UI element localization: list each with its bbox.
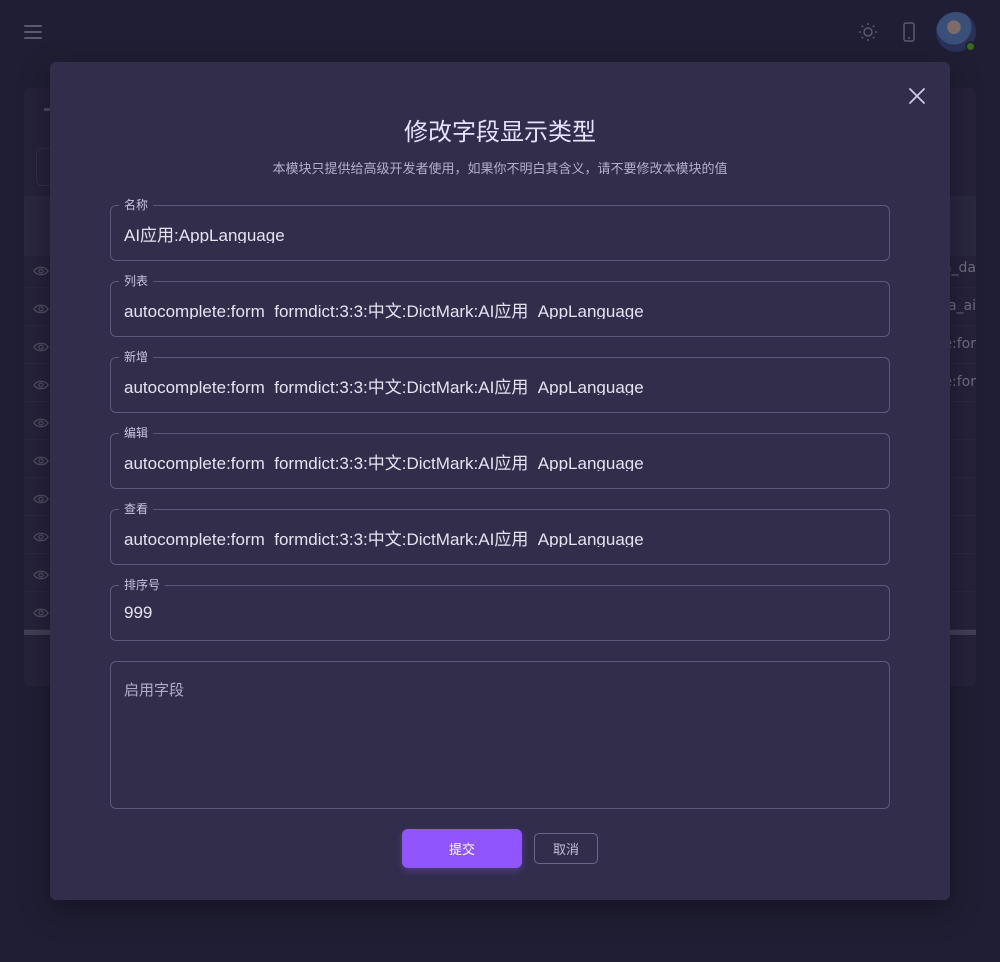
- add-field[interactable]: 新增: [110, 349, 890, 413]
- field-label: 排序号: [119, 577, 166, 593]
- edit-field[interactable]: 编辑: [110, 425, 890, 489]
- edit-input[interactable]: [124, 451, 874, 471]
- enabled-fields-textarea[interactable]: [124, 679, 876, 797]
- edit-field-type-dialog: 修改字段显示类型 本模块只提供给高级开发者使用，如果你不明白其含义，请不要修改本…: [50, 62, 950, 900]
- field-label: 名称: [119, 197, 154, 213]
- sort-order-input[interactable]: [124, 603, 874, 623]
- dialog-title: 修改字段显示类型: [404, 118, 596, 146]
- close-icon[interactable]: [906, 85, 928, 107]
- view-field[interactable]: 查看: [110, 501, 890, 565]
- list-field[interactable]: 列表: [110, 273, 890, 337]
- add-input[interactable]: [124, 375, 874, 395]
- field-label: 查看: [119, 501, 154, 517]
- dialog-subtitle: 本模块只提供给高级开发者使用，如果你不明白其含义，请不要修改本模块的值: [272, 162, 728, 177]
- view-input[interactable]: [124, 527, 874, 547]
- enabled-fields-box[interactable]: [110, 661, 890, 809]
- submit-button[interactable]: 提交: [402, 829, 522, 868]
- field-label: 编辑: [119, 425, 154, 441]
- field-label: 新增: [119, 349, 154, 365]
- cancel-button[interactable]: 取消: [534, 833, 598, 864]
- field-label: 列表: [119, 273, 154, 289]
- name-input[interactable]: [124, 223, 874, 243]
- list-input[interactable]: [124, 299, 874, 319]
- sort-order-field[interactable]: 排序号: [110, 577, 890, 641]
- name-field[interactable]: 名称: [110, 197, 890, 261]
